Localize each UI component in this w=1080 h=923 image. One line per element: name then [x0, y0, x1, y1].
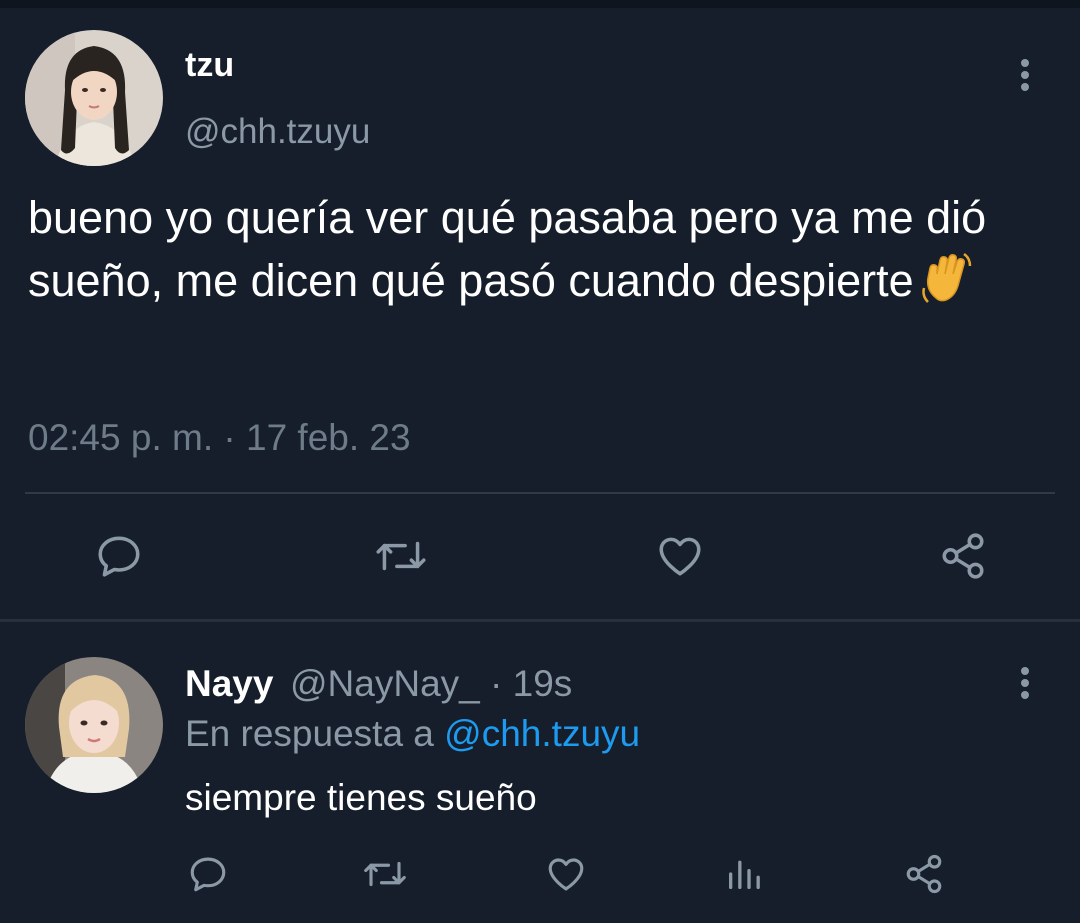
reply-text: siempre tienes sueño: [185, 777, 537, 818]
top-edge: [0, 0, 1080, 8]
tweet-text-content: bueno yo quería ver qué pasaba pero ya m…: [28, 192, 987, 306]
reply-icon[interactable]: [93, 530, 145, 582]
tweet-timestamp: 02:45 p. m. · 17 feb. 23: [28, 417, 411, 458]
divider: [25, 492, 1055, 494]
author-display-name[interactable]: tzu: [185, 46, 234, 85]
reply-handle-and-time[interactable]: @NayNay_ · 19s: [290, 663, 572, 705]
avatar[interactable]: [25, 30, 163, 166]
retweet-icon[interactable]: [360, 852, 410, 896]
reply-mention-link[interactable]: @chh.tzuyu: [444, 713, 640, 754]
author-handle[interactable]: @chh.tzuyu: [185, 112, 370, 152]
reply-author-display-name[interactable]: Nayy: [185, 663, 273, 705]
waving-hand-icon: [918, 250, 974, 306]
more-options-icon[interactable]: [1010, 663, 1040, 703]
reply-context: En respuesta a @chh.tzuyu: [185, 713, 640, 755]
views-icon[interactable]: [722, 852, 766, 896]
avatar[interactable]: [25, 657, 163, 793]
tweet-text: bueno yo quería ver qué pasaba pero ya m…: [28, 186, 1058, 312]
reply-icon[interactable]: [186, 852, 230, 896]
like-icon[interactable]: [653, 530, 707, 582]
retweet-icon[interactable]: [372, 530, 430, 582]
like-icon[interactable]: [543, 852, 589, 896]
share-icon[interactable]: [936, 530, 990, 582]
reply-prefix: En respuesta a: [185, 713, 434, 754]
share-icon[interactable]: [902, 852, 946, 896]
tweet-separator: [0, 619, 1080, 622]
more-options-icon[interactable]: [1010, 57, 1040, 97]
